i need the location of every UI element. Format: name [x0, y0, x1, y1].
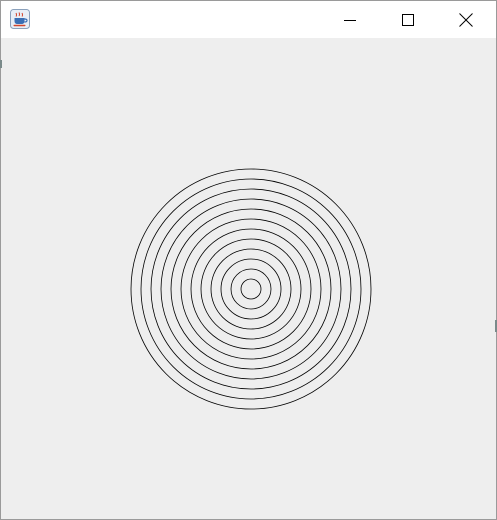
minimize-button[interactable] [321, 1, 379, 38]
concentric-circles-drawing [130, 168, 372, 410]
ring-circle [180, 218, 322, 360]
ring-circle [160, 198, 342, 380]
ring-circle [210, 248, 292, 330]
minimize-icon [344, 19, 356, 21]
maximize-button[interactable] [379, 1, 437, 38]
ring-circle [130, 168, 372, 410]
left-edge-mark [0, 60, 2, 68]
title-bar[interactable] [1, 1, 496, 38]
drawing-canvas [1, 38, 496, 519]
app-window [0, 0, 497, 520]
ring-circle [140, 178, 362, 400]
ring-circle [200, 238, 302, 340]
ring-circle [240, 278, 262, 300]
java-coffee-cup-icon[interactable] [10, 9, 30, 29]
close-button[interactable] [437, 1, 495, 38]
ring-circle [190, 228, 312, 350]
ring-circle [170, 208, 332, 370]
close-icon [459, 12, 473, 27]
ring-circle [220, 258, 282, 320]
ring-circle [230, 268, 272, 310]
maximize-icon [402, 13, 414, 26]
